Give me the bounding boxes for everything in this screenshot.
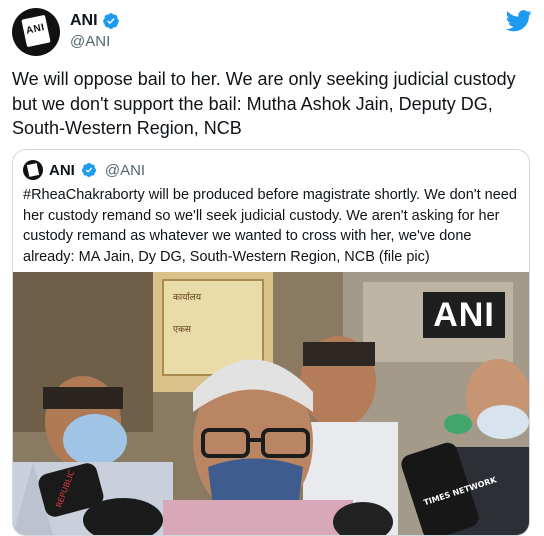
author-avatar[interactable]: ANI — [12, 8, 60, 56]
twitter-bird-icon[interactable] — [506, 10, 532, 32]
quoted-tweet[interactable]: ANI @ANI #RheaChakraborty will be produc… — [12, 149, 530, 536]
quoted-tweet-text: #RheaChakraborty will be produced before… — [23, 187, 517, 265]
quoted-author-avatar[interactable] — [23, 160, 43, 180]
quoted-author-handle[interactable]: @ANI — [105, 162, 145, 179]
sign-text-1: कार्यालय — [173, 291, 202, 303]
ani-logo-icon — [26, 163, 40, 177]
author-handle[interactable]: @ANI — [70, 33, 110, 50]
ani-watermark: ANI — [423, 292, 505, 338]
verified-badge-icon — [81, 163, 96, 177]
quoted-author-name[interactable]: ANI — [49, 162, 75, 179]
verified-badge-icon — [102, 13, 119, 29]
tweet-header: ANI ANI @ANI — [12, 8, 532, 60]
tweet-text: We will oppose bail to her. We are only … — [12, 69, 516, 138]
sign-text-2: एकस — [173, 325, 192, 335]
author-name[interactable]: ANI — [70, 12, 98, 30]
quoted-tweet-header: ANI @ANI — [23, 159, 145, 181]
quoted-tweet-photo[interactable]: कार्यालय एकस REPUBLIC TIMES NETWORK ANI — [13, 272, 529, 535]
